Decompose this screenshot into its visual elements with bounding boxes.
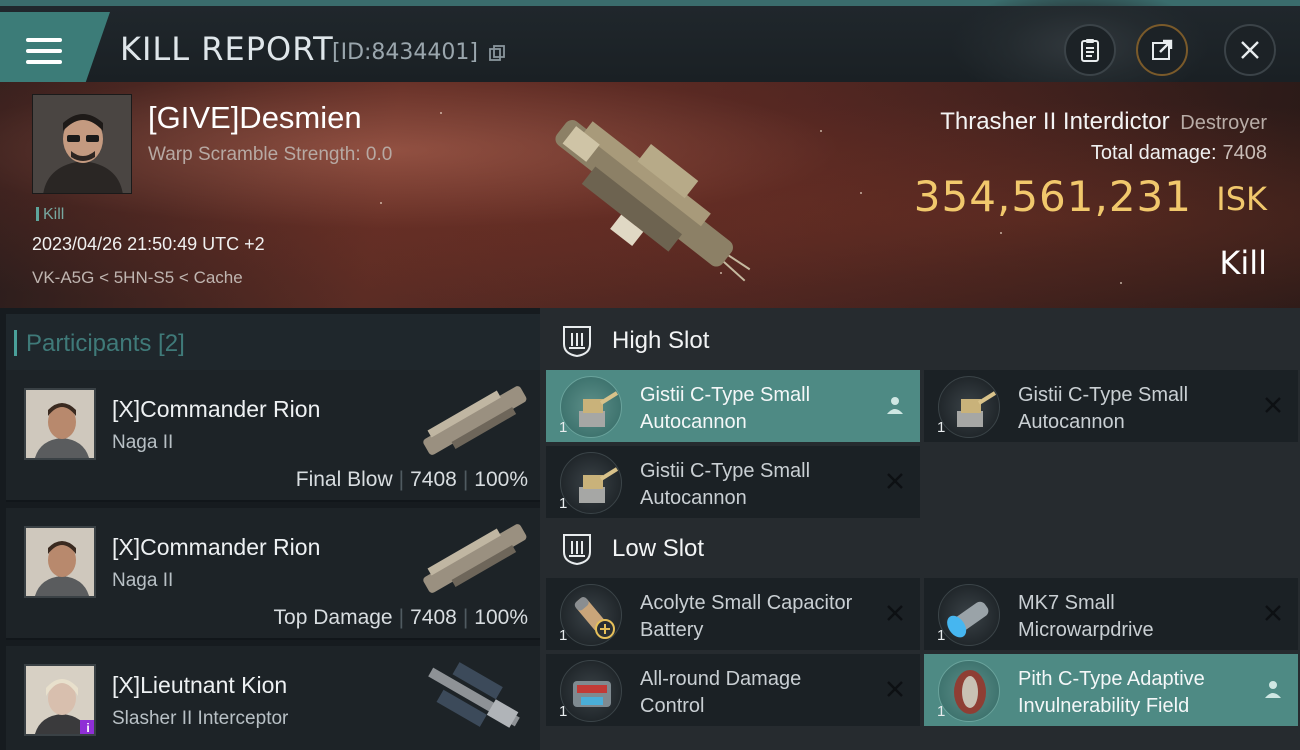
- module-quantity: 1: [559, 419, 568, 436]
- close-icon: [1241, 41, 1259, 59]
- kill-location[interactable]: VK-A5G < 5HN-S5 < Cache: [32, 268, 243, 288]
- participant-ship-image: [423, 524, 527, 593]
- destroyed-x-icon: [887, 681, 903, 697]
- participant-ship-image: [428, 662, 520, 728]
- participant-role: Top Damage: [273, 606, 393, 629]
- participants-header: Participants [2]: [6, 314, 540, 372]
- participant-ship: Naga II: [112, 432, 174, 453]
- participant-damage: 7408: [410, 606, 457, 629]
- hamburger-menu-icon[interactable]: [26, 38, 62, 66]
- high-slot-header: High Slot: [560, 324, 709, 358]
- module-item[interactable]: 1 All-round Damage Control: [546, 654, 920, 726]
- participant-row[interactable]: i [X]Lieutnant Kion Slasher II Intercept…: [6, 646, 540, 750]
- module-quantity: 1: [559, 627, 568, 644]
- info-badge-icon: i: [80, 720, 94, 734]
- share-icon: [1152, 39, 1173, 60]
- module-item[interactable]: 1 Gistii C-Type Small Autocannon: [546, 446, 920, 518]
- share-button[interactable]: [1136, 24, 1188, 76]
- module-name: Gistii C-Type Small Autocannon: [1018, 384, 1189, 433]
- module-quantity: 1: [937, 419, 946, 436]
- participant-row[interactable]: [X]Commander Rion Naga II Final Blow | 740…: [6, 370, 540, 502]
- low-slot-label: Low Slot: [612, 535, 705, 562]
- dropped-person-icon: [887, 397, 903, 414]
- kill-outcome: Kill: [1219, 244, 1267, 282]
- shield-hardener-icon: [938, 660, 1000, 722]
- module-quantity: 1: [559, 703, 568, 720]
- destroyed-x-icon: [887, 605, 903, 621]
- victim-ship-class: Destroyer: [1180, 112, 1267, 134]
- kill-datetime: 2023/04/26 21:50:49 UTC +2: [32, 234, 265, 254]
- participant-name: [X]Lieutnant Kion: [112, 672, 288, 698]
- module-item[interactable]: 1 Acolyte Small Capacitor Battery: [546, 578, 920, 650]
- participant-avatar[interactable]: i: [24, 664, 96, 736]
- participant-stats: Final Blow | 7408 | 100%: [295, 468, 528, 491]
- autocannon-icon: [938, 376, 1000, 438]
- damage-control-icon: [560, 660, 622, 722]
- destroyed-x-icon: [1265, 397, 1281, 413]
- low-slot-icon: [563, 534, 591, 566]
- capacitor-battery-icon: [560, 584, 622, 646]
- module-item[interactable]: 1 Gistii C-Type Small Autocannon: [924, 370, 1298, 442]
- high-slot-icon: [563, 326, 591, 358]
- close-button[interactable]: [1224, 24, 1276, 76]
- victim-ship-type[interactable]: Thrasher II Interdictor Destroyer: [940, 108, 1267, 136]
- fitting-panel: High Slot 1 Gistii C-Type Small Autocann…: [540, 308, 1300, 750]
- participants-panel: Participants [2] [X]Commander Rion Naga …: [0, 308, 540, 750]
- victim-ship-image: [555, 120, 751, 282]
- warp-scramble-strength: Warp Scramble Strength: 0.0: [148, 144, 393, 165]
- module-quantity: 1: [937, 703, 946, 720]
- module-item[interactable]: 1 Pith C-Type Adaptive Invulnerability F…: [924, 654, 1298, 726]
- participant-percent: 100%: [474, 468, 528, 491]
- participant-row[interactable]: [X]Commander Rion Naga II Top Damage | 740…: [6, 508, 540, 640]
- destroyed-x-icon: [887, 473, 903, 489]
- total-damage: Total damage: 7408: [1091, 142, 1267, 165]
- module-quantity: 1: [559, 495, 568, 512]
- victim-portrait[interactable]: [32, 94, 132, 194]
- participant-role: Final Blow: [295, 468, 393, 491]
- module-name: All-round Damage Control: [640, 668, 802, 717]
- participant-name: [X]Commander Rion: [112, 534, 321, 560]
- participants-label: Participants [2]: [14, 330, 185, 357]
- dropped-person-icon: [1265, 681, 1281, 698]
- isk-unit: ISK: [1216, 180, 1267, 218]
- victim-avatar: [33, 95, 131, 193]
- microwarpdrive-icon: [938, 584, 1000, 646]
- menu-button[interactable]: [0, 12, 110, 82]
- module-quantity: 1: [937, 627, 946, 644]
- isk-value: 354,561,231: [913, 172, 1192, 221]
- participant-stats: Top Damage | 7408 | 100%: [273, 606, 528, 629]
- destroyed-x-icon: [1265, 605, 1281, 621]
- module-name: MK7 Small Microwarpdrive: [1018, 592, 1154, 641]
- clipboard-button[interactable]: [1064, 24, 1116, 76]
- autocannon-icon: [560, 452, 622, 514]
- participant-avatar[interactable]: [24, 526, 96, 598]
- kill-tag: Kill: [36, 206, 64, 224]
- victim-ship-name: Thrasher II Interdictor: [940, 108, 1170, 135]
- participant-percent: 100%: [474, 606, 528, 629]
- total-damage-label: Total damage:: [1090, 142, 1217, 164]
- module-name: Gistii C-Type Small Autocannon: [640, 384, 811, 433]
- high-slot-label: High Slot: [612, 327, 710, 354]
- module-name: Pith C-Type Adaptive Invulnerability Fie…: [1018, 668, 1205, 717]
- total-damage-value: 7408: [1222, 142, 1268, 164]
- module-name: Gistii C-Type Small Autocannon: [640, 460, 811, 509]
- participant-name: [X]Commander Rion: [112, 396, 321, 422]
- participant-ship: Slasher II Interceptor: [112, 708, 289, 729]
- participant-ship: Naga II: [112, 570, 174, 591]
- autocannon-icon: [560, 376, 622, 438]
- victim-banner: [GIVE]Desmien Warp Scramble Strength: 0.…: [0, 82, 1300, 308]
- low-slot-header: Low Slot: [560, 532, 704, 566]
- participant-damage: 7408: [410, 468, 457, 491]
- report-id: [ID:8434401]: [332, 40, 478, 65]
- module-item[interactable]: 1 MK7 Small Microwarpdrive: [924, 578, 1298, 650]
- report-header: KILL REPORT [ID:8434401]: [0, 0, 1300, 106]
- page-title: KILL REPORT: [120, 30, 334, 68]
- participant-ship-image: [423, 386, 527, 455]
- module-item[interactable]: 1 Gistii C-Type Small Autocannon: [546, 370, 920, 442]
- module-name: Acolyte Small Capacitor Battery: [640, 592, 853, 641]
- clipboard-icon: [1081, 39, 1099, 62]
- participant-avatar[interactable]: [24, 388, 96, 460]
- victim-name[interactable]: [GIVE]Desmien: [148, 100, 362, 136]
- copy-icon[interactable]: [488, 44, 506, 62]
